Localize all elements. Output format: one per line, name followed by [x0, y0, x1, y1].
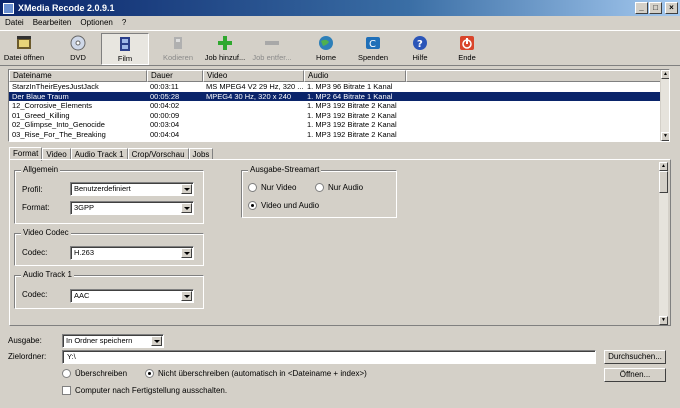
open-folder-button[interactable]: Öffnen... [604, 368, 666, 382]
format-select[interactable]: 3GPP [70, 201, 194, 215]
exit-button[interactable]: Ende [443, 33, 491, 65]
scroll-up-icon[interactable]: ▲ [661, 70, 669, 79]
table-row[interactable]: 03_Rise_For_The_Breaking 00:04:04 1. MP3 1… [9, 130, 661, 140]
file-list-header: Dateiname Dauer Video Audio [9, 70, 661, 82]
format-panel: Allgemein Profil: Benutzerdefiniert Form… [9, 159, 671, 326]
donate-icon: C [366, 37, 380, 50]
column-header-filename[interactable]: Dateiname [9, 70, 147, 82]
chevron-down-icon[interactable] [181, 291, 192, 301]
toolbar: Datei öffnen DVD Film Kodieren Job hinzu… [0, 30, 680, 66]
app-icon [3, 2, 14, 14]
video-codec-label: Codec: [22, 248, 48, 257]
table-row[interactable]: 12_Corrosive_Elements 00:04:02 1. MP3 192 … [9, 101, 661, 111]
film-strip-icon [17, 36, 31, 49]
audio-codec-label: Codec: [22, 290, 48, 299]
chevron-down-icon[interactable] [181, 203, 192, 213]
video-audio-radio[interactable]: Video und Audio [248, 201, 319, 210]
encode-icon [174, 37, 182, 49]
video-codec-select[interactable]: H.263 [70, 246, 194, 260]
minus-icon [265, 41, 279, 45]
close-button[interactable]: × [665, 2, 678, 14]
folder-input[interactable]: Y:\ [62, 350, 596, 364]
only-video-radio[interactable]: Nur Video [248, 183, 296, 192]
output-label: Ausgabe: [8, 336, 42, 345]
column-header-empty [406, 70, 661, 82]
video-codec-group: Video Codec Codec: H.263 [14, 228, 204, 266]
file-list[interactable]: Dateiname Dauer Video Audio StarzInTheir… [8, 69, 670, 142]
general-group: Allgemein Profil: Benutzerdefiniert Form… [14, 165, 204, 224]
title-bar: XMedia Recode 2.0.9.1 _ □ × [0, 0, 680, 16]
disc-icon [70, 35, 86, 51]
audio-track-group: Audio Track 1 Codec: AAC [14, 270, 204, 309]
panel-scrollbar[interactable]: ▲ ▼ [659, 162, 668, 325]
chevron-down-icon[interactable] [181, 248, 192, 258]
format-label: Format: [22, 203, 50, 212]
browse-button[interactable]: Durchsuchen... [604, 350, 666, 364]
table-row[interactable]: StarzInTheirEyesJustJack 00:03:11 MS MPEG4… [9, 82, 661, 92]
folder-label: Zielordner: [8, 352, 47, 361]
table-row-selected[interactable]: Der Blaue Traum 00:05:28 MPEG4 30 Hz, 320 … [9, 91, 661, 102]
scroll-down-icon[interactable]: ▼ [661, 132, 669, 141]
help-icon: ? [413, 36, 427, 50]
stream-type-group: Ausgabe-Streamart Nur Video Nur Audio Vi… [241, 165, 397, 218]
shutdown-checkbox[interactable]: Computer nach Fertigstellung ausschalten… [62, 386, 227, 395]
menu-optionen[interactable]: Optionen [80, 18, 112, 27]
column-header-audio[interactable]: Audio [304, 70, 406, 82]
remove-job-button[interactable]: Job entfer... [248, 33, 296, 65]
open-file-button[interactable]: Datei öffnen [2, 33, 46, 65]
profile-label: Profil: [22, 185, 43, 194]
menu-help[interactable]: ? [122, 18, 126, 27]
no-overwrite-radio[interactable]: Nicht überschreiben (automatisch in <Dat… [145, 369, 367, 378]
svg-text:C: C [369, 39, 376, 50]
film-icon [120, 37, 130, 51]
film-button[interactable]: Film [101, 33, 149, 65]
dvd-button[interactable]: DVD [54, 33, 102, 65]
table-row[interactable]: 01_Greed_Killing 00:00:09 1. MP3 192 Bitra… [9, 111, 661, 121]
donate-button[interactable]: C Spenden [349, 33, 397, 65]
column-header-video[interactable]: Video [203, 70, 304, 82]
menu-bar: Datei Bearbeiten Optionen ? [0, 16, 680, 29]
encode-button[interactable]: Kodieren [154, 33, 202, 65]
globe-icon [319, 36, 333, 50]
output-select[interactable]: In Ordner speichern [62, 334, 164, 348]
plus-icon [218, 36, 232, 50]
overwrite-radio[interactable]: Überschreiben [62, 369, 127, 378]
window-title: XMedia Recode 2.0.9.1 [18, 3, 115, 13]
scroll-thumb[interactable] [659, 171, 668, 193]
scroll-up-icon[interactable]: ▲ [659, 162, 668, 171]
help-button[interactable]: ? Hilfe [396, 33, 444, 65]
audio-codec-select[interactable]: AAC [70, 289, 194, 303]
column-header-duration[interactable]: Dauer [147, 70, 203, 82]
minimize-button[interactable]: _ [635, 2, 648, 14]
table-row[interactable]: 02_Glimpse_Into_Genocide 00:03:04 1. MP3 1… [9, 120, 661, 130]
file-list-scrollbar[interactable]: ▲ ▼ [660, 70, 669, 141]
power-icon [460, 36, 474, 50]
svg-text:?: ? [417, 39, 423, 50]
profile-select[interactable]: Benutzerdefiniert [70, 182, 194, 196]
add-job-button[interactable]: Job hinzuf... [201, 33, 249, 65]
chevron-down-icon[interactable] [151, 336, 162, 346]
scroll-down-icon[interactable]: ▼ [659, 316, 668, 325]
menu-datei[interactable]: Datei [5, 18, 24, 27]
home-button[interactable]: Home [302, 33, 350, 65]
chevron-down-icon[interactable] [181, 184, 192, 194]
menu-bearbeiten[interactable]: Bearbeiten [33, 18, 72, 27]
only-audio-radio[interactable]: Nur Audio [315, 183, 363, 192]
maximize-button[interactable]: □ [649, 2, 662, 14]
